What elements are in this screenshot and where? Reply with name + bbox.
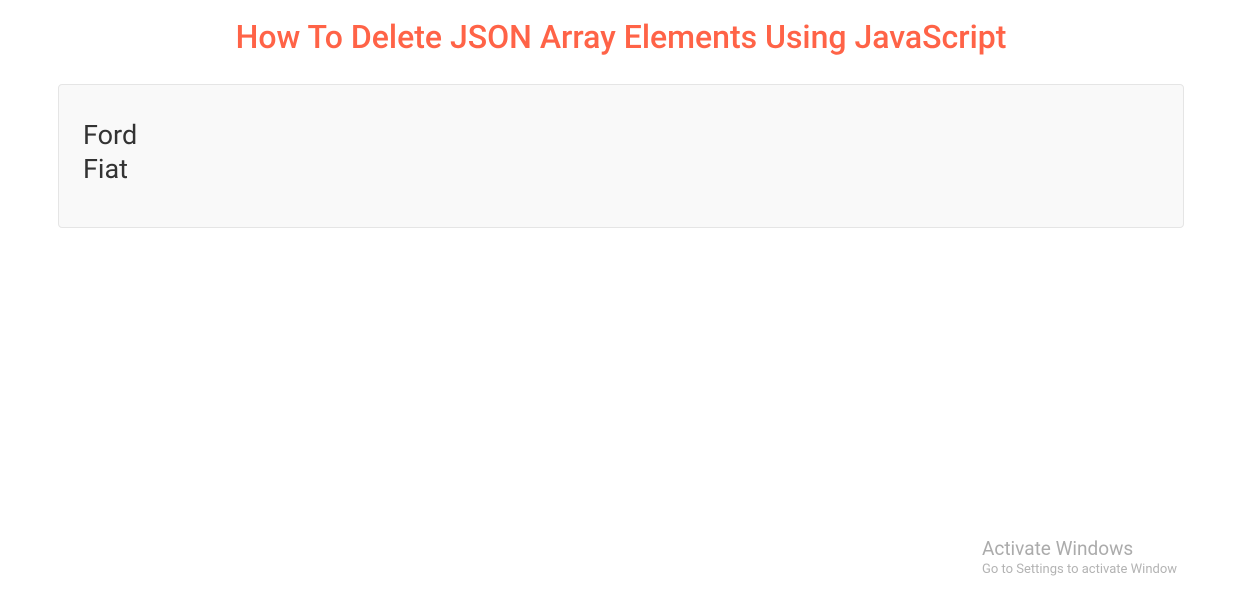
- output-box: Ford Fiat: [58, 84, 1184, 228]
- windows-activation-watermark: Activate Windows Go to Settings to activ…: [982, 537, 1242, 577]
- page-title: How To Delete JSON Array Elements Using …: [0, 0, 1242, 84]
- watermark-subtitle: Go to Settings to activate Window: [982, 562, 1242, 577]
- output-item: Ford: [83, 119, 1159, 153]
- watermark-title: Activate Windows: [982, 537, 1242, 560]
- output-item: Fiat: [83, 153, 1159, 187]
